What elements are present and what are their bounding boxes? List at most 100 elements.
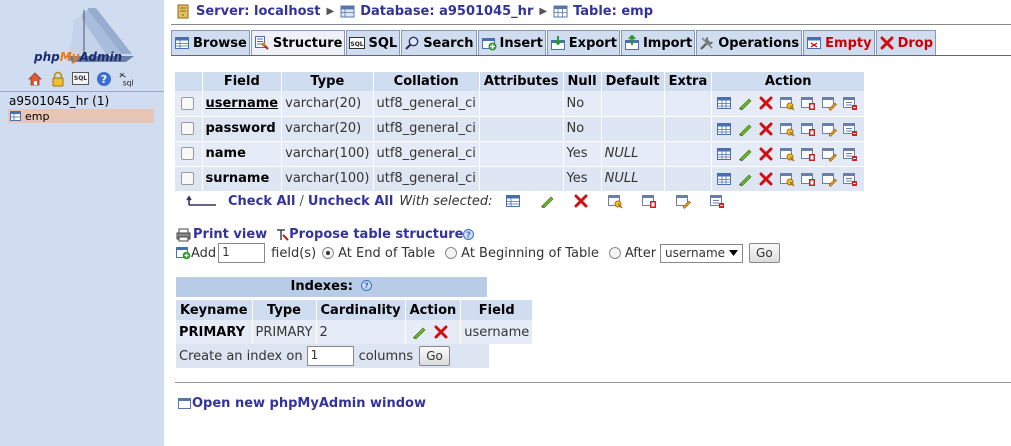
fulltext-icon[interactable] [842, 95, 858, 111]
drop-icon[interactable] [433, 324, 449, 340]
table-icon [553, 5, 568, 18]
add-field-count-input[interactable]: 1 [218, 243, 266, 263]
radio-at-end[interactable] [322, 247, 335, 259]
primary-key-icon[interactable] [607, 193, 623, 209]
create-index-columns-input[interactable]: 1 [306, 346, 354, 366]
divider [0, 91, 164, 92]
tab-structure[interactable]: Structure [250, 30, 346, 55]
field-extra [664, 116, 713, 142]
tab-operations[interactable]: Operations [696, 30, 803, 55]
lock-icon[interactable] [49, 70, 66, 87]
index-icon[interactable] [821, 171, 838, 187]
drop-icon[interactable] [758, 171, 774, 187]
fulltext-icon[interactable] [842, 146, 858, 162]
edit-icon[interactable] [737, 121, 753, 137]
edit-icon[interactable] [539, 193, 555, 209]
field-default: NULL [601, 141, 665, 167]
help-icon[interactable]: ? [361, 280, 373, 291]
drop-icon[interactable] [758, 95, 774, 111]
index-actions [405, 320, 462, 344]
row-checkbox[interactable] [181, 122, 194, 135]
drop-icon[interactable] [758, 146, 774, 162]
unique-icon[interactable] [800, 95, 816, 111]
primary-key-icon[interactable] [779, 95, 795, 111]
help-icon[interactable]: ? [463, 229, 475, 240]
table-icon [10, 111, 21, 121]
svg-text:?: ? [365, 282, 370, 291]
fulltext-icon[interactable] [709, 193, 725, 209]
help-icon[interactable]: ? [95, 70, 112, 87]
browse-icon[interactable] [505, 193, 521, 209]
field-name[interactable]: username [202, 91, 283, 117]
tab-search[interactable]: Search [401, 30, 477, 55]
index-type: PRIMARY [252, 320, 317, 344]
browse-distinct-icon[interactable] [716, 146, 732, 162]
table-link-emp[interactable]: emp [8, 109, 154, 123]
browse-distinct-icon[interactable] [716, 121, 732, 137]
tab-insert[interactable]: Insert [477, 30, 546, 55]
propose-structure-link[interactable]: Propose table structure [289, 227, 463, 242]
unique-icon[interactable] [800, 171, 816, 187]
sql-docs-icon[interactable]: sql [118, 70, 135, 87]
index-icon[interactable] [821, 95, 838, 112]
tab-import[interactable]: Import [620, 30, 696, 55]
add-go-button[interactable]: Go [749, 243, 780, 263]
unique-icon[interactable] [800, 146, 816, 162]
import-icon [624, 35, 639, 50]
breadcrumb-database[interactable]: Database: a9501045_hr [340, 4, 533, 19]
database-link[interactable]: a9501045_hr (1) [9, 94, 109, 108]
primary-key-icon[interactable] [779, 146, 795, 162]
logo-text: phpMyAdmin [34, 50, 123, 64]
uncheck-all-link[interactable]: Uncheck All [308, 194, 393, 209]
drop-icon[interactable] [573, 193, 589, 209]
primary-key-icon[interactable] [779, 121, 795, 137]
breadcrumb-table[interactable]: Table: emp [553, 4, 653, 19]
tab-empty[interactable]: Empty [803, 30, 875, 55]
header-cardinality: Cardinality [316, 300, 406, 320]
after-field-select[interactable]: username [660, 243, 744, 263]
edit-icon[interactable] [411, 324, 427, 340]
browse-icon [175, 37, 189, 49]
row-checkbox[interactable] [181, 172, 194, 185]
row-checkbox[interactable] [181, 147, 194, 160]
browse-distinct-icon[interactable] [716, 171, 732, 187]
tab-drop[interactable]: Drop [875, 30, 937, 55]
field-default [601, 116, 665, 142]
field-extra [664, 166, 713, 192]
empty-icon [807, 37, 822, 49]
tab-export[interactable]: Export [546, 30, 620, 55]
fulltext-icon[interactable] [842, 121, 858, 137]
print-view-link[interactable]: Print view [193, 227, 267, 242]
unique-icon[interactable] [800, 121, 816, 137]
row-checkbox[interactable] [181, 96, 194, 110]
radio-at-end-label: At End of Table [338, 245, 436, 261]
radio-after[interactable] [608, 247, 621, 259]
with-selected-label: With selected: [399, 193, 493, 209]
index-icon[interactable] [821, 146, 838, 162]
edit-icon[interactable] [737, 146, 753, 162]
tab-browse[interactable]: Browse [171, 30, 250, 55]
new-window-link[interactable]: Open new phpMyAdmin window [192, 396, 426, 411]
tab-sql[interactable]: SQL SQL [346, 30, 401, 55]
edit-icon[interactable] [737, 171, 753, 187]
drop-icon[interactable] [758, 121, 774, 137]
primary-key-icon[interactable] [779, 171, 795, 187]
create-index-label: Create an index on [179, 348, 303, 364]
fulltext-icon[interactable] [842, 171, 858, 187]
main-frame: Server: localhost ▶ Database: a9501045_h… [164, 0, 1011, 446]
row-actions [711, 141, 866, 167]
edit-icon[interactable] [737, 95, 753, 111]
unique-icon[interactable] [641, 193, 657, 209]
index-icon[interactable] [821, 121, 838, 137]
header-field[interactable]: Field [202, 72, 283, 91]
sql-icon[interactable]: SQL [72, 72, 89, 85]
index-icon[interactable] [675, 193, 691, 209]
index-field: username [460, 320, 534, 344]
radio-at-beginning[interactable] [445, 247, 458, 259]
check-all-link[interactable]: Check All [228, 194, 295, 209]
breadcrumb-server[interactable]: Server: localhost [176, 4, 320, 19]
browse-distinct-icon[interactable] [716, 95, 732, 111]
home-icon[interactable] [26, 70, 43, 87]
create-index-go-button[interactable]: Go [419, 346, 450, 366]
check-separator: / [299, 193, 304, 209]
